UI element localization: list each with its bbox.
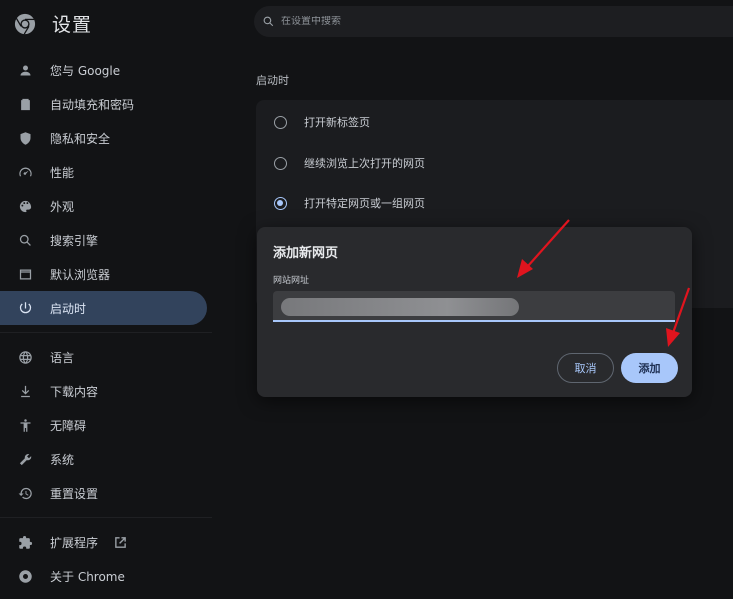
shield-icon xyxy=(17,130,33,146)
palette-icon xyxy=(17,198,33,214)
sidebar-item-label: 隐私和安全 xyxy=(50,131,111,146)
section-title: 启动时 xyxy=(256,74,289,87)
url-field-label: 网站网址 xyxy=(273,276,310,286)
download-icon xyxy=(17,383,33,399)
startup-option-new-tab[interactable]: 打开新标签页 xyxy=(274,114,370,130)
sidebar-item-label: 启动时 xyxy=(50,301,87,316)
search-input[interactable] xyxy=(281,16,681,27)
sidebar-item-privacy[interactable]: 隐私和安全 xyxy=(0,121,222,155)
sidebar-item-label: 关于 Chrome xyxy=(50,569,125,584)
search-icon xyxy=(263,16,274,27)
search-icon xyxy=(17,232,33,248)
speedometer-icon xyxy=(17,164,33,180)
person-icon xyxy=(17,62,33,78)
option-label: 打开特定网页或一组网页 xyxy=(304,197,425,210)
browser-icon xyxy=(17,266,33,282)
sidebar-item-label: 自动填充和密码 xyxy=(50,97,135,112)
clipboard-icon xyxy=(17,96,33,112)
sidebar-item-label: 外观 xyxy=(50,199,75,214)
radio-button-selected[interactable] xyxy=(274,196,287,210)
accessibility-icon xyxy=(17,417,33,433)
puzzle-icon xyxy=(17,534,33,550)
sidebar-item-label: 搜索引擎 xyxy=(50,233,99,248)
option-label: 打开新标签页 xyxy=(304,116,370,129)
sidebar-item-label: 您与 Google xyxy=(50,63,121,78)
brand: 设置 xyxy=(14,10,92,37)
sidebar-item-about-chrome[interactable]: 关于 Chrome xyxy=(0,559,222,593)
sidebar-item-label: 下载内容 xyxy=(50,384,99,399)
power-icon xyxy=(17,300,33,316)
sidebar-item-performance[interactable]: 性能 xyxy=(0,155,222,189)
globe-icon xyxy=(17,349,33,365)
sidebar-item-reset[interactable]: 重置设置 xyxy=(0,476,222,510)
sidebar-item-accessibility[interactable]: 无障碍 xyxy=(0,408,222,442)
startup-option-specific-pages[interactable]: 打开特定网页或一组网页 xyxy=(274,195,425,211)
sidebar-nav: 您与 Google 自动填充和密码 隐私和安全 性能 外观 搜索引擎 默认浏览器… xyxy=(0,53,222,593)
sidebar-item-label: 系统 xyxy=(50,452,75,467)
sidebar-divider xyxy=(0,517,212,518)
sidebar-item-label: 性能 xyxy=(50,165,75,180)
page-title: 设置 xyxy=(52,14,93,36)
radio-button[interactable] xyxy=(274,115,287,129)
add-page-dialog: 添加新网页 网站网址 取消 添加 xyxy=(257,227,692,397)
dialog-title: 添加新网页 xyxy=(273,246,339,261)
option-label: 继续浏览上次打开的网页 xyxy=(304,157,425,170)
sidebar-item-extensions[interactable]: 扩展程序 xyxy=(0,525,222,559)
sidebar-item-label: 语言 xyxy=(50,350,75,365)
sidebar-item-default-browser[interactable]: 默认浏览器 xyxy=(0,257,222,291)
reset-icon xyxy=(17,485,33,501)
sidebar-item-label: 默认浏览器 xyxy=(50,267,111,282)
add-button[interactable]: 添加 xyxy=(621,353,678,383)
cancel-button[interactable]: 取消 xyxy=(557,353,614,383)
sidebar-item-languages[interactable]: 语言 xyxy=(0,340,222,374)
sidebar-item-label: 重置设置 xyxy=(50,486,99,501)
chrome-logo-icon xyxy=(14,13,36,34)
sidebar-divider xyxy=(0,332,212,333)
sidebar-item-label: 无障碍 xyxy=(50,418,87,433)
sidebar-item-system[interactable]: 系统 xyxy=(0,442,222,476)
radio-button[interactable] xyxy=(274,156,287,170)
sidebar-item-autofill[interactable]: 自动填充和密码 xyxy=(0,87,222,121)
startup-option-continue[interactable]: 继续浏览上次打开的网页 xyxy=(274,155,425,171)
sidebar-item-on-startup[interactable]: 启动时 xyxy=(0,291,207,325)
sidebar-item-appearance[interactable]: 外观 xyxy=(0,189,222,223)
redacted-url-text xyxy=(281,298,519,316)
chrome-icon xyxy=(17,568,33,584)
sidebar: 设置 您与 Google 自动填充和密码 隐私和安全 性能 外观 搜索引擎 默认… xyxy=(0,0,222,599)
settings-search-bar[interactable] xyxy=(254,6,733,37)
settings-window: 设置 您与 Google 自动填充和密码 隐私和安全 性能 外观 搜索引擎 默认… xyxy=(0,0,733,599)
open-external-icon xyxy=(115,536,126,548)
sidebar-item-label: 扩展程序 xyxy=(50,535,99,550)
wrench-icon xyxy=(17,451,33,467)
sidebar-item-you-and-google[interactable]: 您与 Google xyxy=(0,53,222,87)
sidebar-item-search-engine[interactable]: 搜索引擎 xyxy=(0,223,222,257)
sidebar-item-downloads[interactable]: 下载内容 xyxy=(0,374,222,408)
